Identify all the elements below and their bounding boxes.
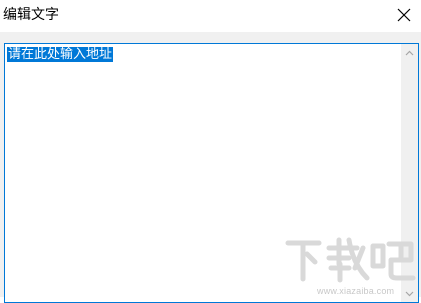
text-input-area[interactable]: 请在此处输入地址 [4,43,419,303]
close-icon [397,8,411,22]
scroll-up-button[interactable] [401,44,418,61]
chevron-down-icon [405,291,414,296]
text-content[interactable]: 请在此处输入地址 [7,47,114,63]
chevron-up-icon [405,50,414,55]
close-button[interactable] [387,0,421,30]
edit-text-dialog: 编辑文字 请在此处输入地址 www.xiazaiba.com [0,0,421,303]
selected-text[interactable]: 请在此处输入地址 [7,47,114,62]
title-bar: 编辑文字 [0,0,421,32]
dialog-title: 编辑文字 [3,7,59,23]
content-area: 请在此处输入地址 [0,32,421,303]
vertical-scrollbar[interactable] [401,44,418,302]
scroll-down-button[interactable] [401,285,418,302]
